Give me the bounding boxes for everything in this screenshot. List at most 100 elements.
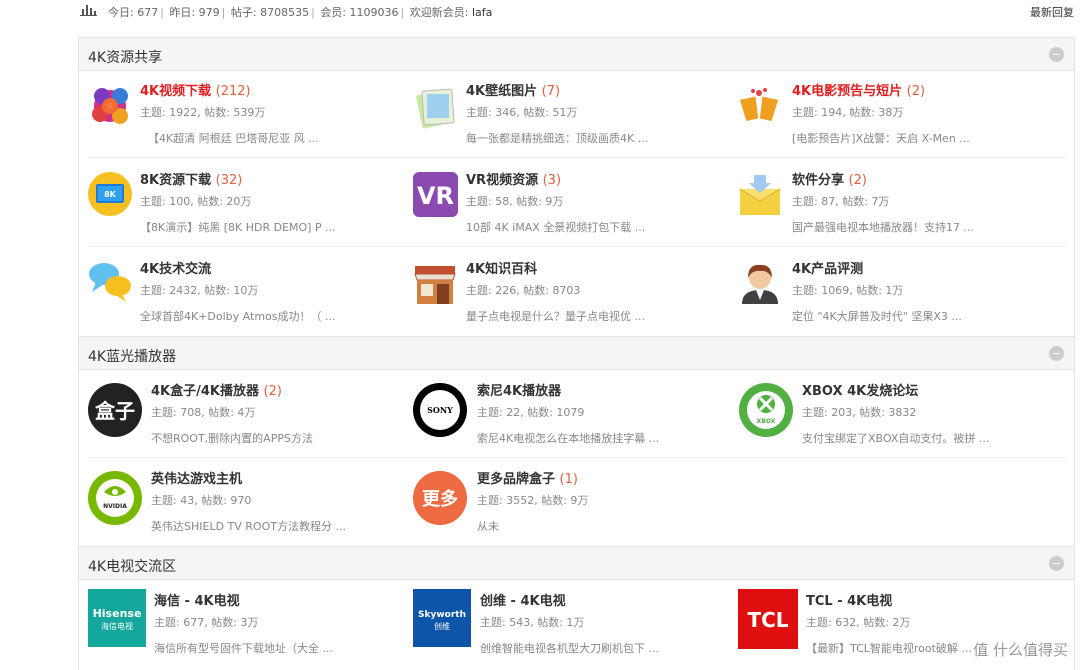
last-post-link[interactable]: 从未	[477, 518, 499, 534]
forum-name[interactable]: XBOX 4K发烧论坛	[802, 380, 918, 399]
tcl-logo-icon: TCL	[738, 589, 798, 649]
forum-item[interactable]: 4K知识百科 主题: 226, 帖数: 8703 量子点电视是什么？量子点电视优…	[413, 256, 743, 344]
section-title: 4K电视交流区	[88, 559, 177, 575]
forum-stats: 主题: 2432, 帖数: 10万	[140, 284, 259, 297]
svg-text:VR: VR	[417, 182, 454, 210]
last-post-link[interactable]: 海信所有型号固件下载地址（大全 ...	[154, 640, 333, 656]
forum-name[interactable]: 索尼4K播放器	[477, 380, 561, 399]
last-post-link[interactable]: 【8K演示】纯黑 [8K HDR DEMO] P ...	[140, 219, 336, 235]
last-post-link[interactable]: 支付宝绑定了XBOX自动支付。被拼 ...	[802, 430, 989, 446]
skyworth-logo-icon: Skyworth 创维	[413, 589, 471, 647]
forum-stats: 主题: 22, 帖数: 1079	[477, 406, 585, 419]
hisense-logo-icon: Hisense 海信电视	[88, 589, 146, 647]
forum-item[interactable]: 4K技术交流 主题: 2432, 帖数: 10万 全球首部4K+Dolby At…	[88, 256, 418, 344]
forum-item[interactable]: 软件分享 (2) 主题: 87, 帖数: 7万 国产最强电视本地播放器！支持17…	[738, 167, 1068, 255]
forum-item[interactable]: 更多 更多品牌盒子 (1) 主题: 3552, 帖数: 9万 从未	[413, 466, 743, 554]
forum-stats: 主题: 43, 帖数: 970	[151, 494, 252, 507]
last-post-link[interactable]: 10部 4K iMAX 全景视频打包下载 ...	[466, 219, 645, 235]
forum-item[interactable]: 8K 8K资源下载 (32) 主题: 100, 帖数: 20万 【8K演示】纯黑…	[88, 167, 418, 255]
last-post-link[interactable]: 【4K超清 阿根廷 巴塔哥尼亚 风 ...	[148, 130, 319, 146]
last-post-link[interactable]: 索尼4K电视怎么在本地播放挂字幕 ...	[477, 430, 659, 446]
forum-stats: 主题: 677, 帖数: 3万	[154, 616, 259, 629]
stats-bar: 今日: 677 | 昨日: 979 | 帖子: 8708535 | 会员: 11090…	[0, 0, 1080, 24]
forum-name[interactable]: VR视频资源 (3)	[466, 169, 561, 188]
forum-name[interactable]: 4K盒子/4K播放器 (2)	[151, 380, 282, 399]
forum-name[interactable]: 更多品牌盒子 (1)	[477, 468, 578, 487]
forum-item[interactable]: VR VR视频资源 (3) 主题: 58, 帖数: 9万 10部 4K iMAX…	[413, 167, 743, 255]
forum-item[interactable]: Hisense 海信电视 海信 - 4K电视 主题: 677, 帖数: 3万 海…	[88, 588, 418, 670]
site-stats: 今日: 677 | 昨日: 979 | 帖子: 8708535 | 会员: 11090…	[108, 6, 493, 19]
more-brands-icon: 更多	[413, 471, 467, 525]
forum-name[interactable]: 4K视频下载 (212)	[140, 80, 251, 99]
forum-name[interactable]: 8K资源下载 (32)	[140, 169, 242, 188]
forum-name[interactable]: 英伟达游戏主机	[151, 468, 242, 487]
forum-name[interactable]: 4K产品评测	[792, 258, 863, 277]
new-member-link[interactable]: lafa	[472, 6, 492, 19]
forum-stats: 主题: 1069, 帖数: 1万	[792, 284, 904, 297]
posts-count: 8708535	[260, 6, 310, 19]
last-post-link[interactable]: 【最新】TCL智能电视root破解 ...	[806, 640, 972, 656]
forum-name[interactable]: TCL - 4K电视	[806, 590, 892, 609]
section-title: 4K蓝光播放器	[88, 349, 177, 365]
forum-name[interactable]: 软件分享 (2)	[792, 169, 867, 188]
forum-stats: 主题: 346, 帖数: 51万	[466, 106, 578, 119]
forum-item[interactable]: Skyworth 创维 创维 - 4K电视 主题: 543, 帖数: 1万 创维…	[413, 588, 743, 670]
collapse-icon[interactable]	[1049, 47, 1064, 62]
forum-stats: 主题: 708, 帖数: 4万	[151, 406, 256, 419]
forum-item[interactable]: 4K电影预告与短片 (2) 主题: 194, 帖数: 38万 [电影预告片]X战…	[738, 78, 1068, 166]
last-post-link[interactable]: 量子点电视是什么？量子点电视优 ...	[466, 308, 645, 324]
forum-stats: 主题: 87, 帖数: 7万	[792, 195, 890, 208]
collapse-icon[interactable]	[1049, 346, 1064, 361]
reviewer-icon	[742, 264, 778, 304]
svg-text:NVIDIA: NVIDIA	[103, 503, 127, 510]
last-post-link[interactable]: 不想ROOT,删除内置的APPS方法	[151, 430, 313, 446]
collapse-icon[interactable]	[1049, 556, 1064, 571]
forum-stats: 主题: 632, 帖数: 2万	[806, 616, 911, 629]
forum-stats: 主题: 3552, 帖数: 9万	[477, 494, 589, 507]
svg-text:XBOX: XBOX	[757, 418, 776, 425]
forum-name[interactable]: 4K知识百科	[466, 258, 537, 277]
last-post-link[interactable]: 创维智能电视各机型大刀刷机包下 ...	[480, 640, 659, 656]
forum-item[interactable]: 4K视频下载 (212) 主题: 1922, 帖数: 539万 【4K超清 阿根…	[88, 78, 418, 166]
wallpaper-icon	[416, 88, 455, 129]
box-logo-icon: 盒子	[88, 383, 142, 437]
forum-item[interactable]: SONY 索尼4K播放器 主题: 22, 帖数: 1079 索尼4K电视怎么在本…	[413, 378, 743, 466]
forum-name[interactable]: 4K电影预告与短片 (2)	[792, 80, 925, 99]
software-box-icon	[739, 175, 781, 215]
forum-item[interactable]: 4K产品评测 主题: 1069, 帖数: 1万 定位 "4K大屏普及时代" 坚果…	[738, 256, 1068, 344]
section-title: 4K资源共享	[88, 50, 163, 66]
svg-text:Hisense: Hisense	[93, 607, 142, 620]
last-post-link[interactable]: 定位 "4K大屏普及时代" 坚果X3 ...	[792, 308, 962, 324]
last-post-link[interactable]: 国产最强电视本地播放器！支持17 ...	[792, 219, 974, 235]
forum-item[interactable]: 盒子 4K盒子/4K播放器 (2) 主题: 708, 帖数: 4万 不想ROOT…	[88, 378, 418, 466]
last-post-link[interactable]: 全球首部4K+Dolby Atmos成功！（ ...	[140, 308, 335, 324]
svg-text:创维: 创维	[434, 621, 450, 631]
bar-chart-icon	[80, 5, 97, 16]
svg-text:SONY: SONY	[427, 405, 453, 415]
members-count: 1109036	[349, 6, 399, 19]
forum-item[interactable]: NVIDIA 英伟达游戏主机 主题: 43, 帖数: 970 英伟达SHIELD…	[88, 466, 418, 554]
today-count: 677	[137, 6, 159, 19]
xbox-logo-icon: XBOX	[739, 383, 793, 437]
forum-item[interactable]: XBOX XBOX 4K发烧论坛 主题: 203, 帖数: 3832 支付宝绑定…	[738, 378, 1068, 466]
8k-tv-icon: 8K	[88, 172, 132, 216]
section-header-4k-resources[interactable]: 4K资源共享	[78, 37, 1075, 71]
latest-reply-link[interactable]: 最新回复	[1030, 4, 1074, 20]
chat-bubbles-icon	[89, 263, 131, 302]
forum-name[interactable]: 4K技术交流	[140, 258, 211, 277]
last-post-link[interactable]: [电影预告片]X战警：天启 X-Men ...	[792, 130, 970, 146]
forum-name[interactable]: 海信 - 4K电视	[154, 590, 240, 609]
forum-stats: 主题: 203, 帖数: 3832	[802, 406, 917, 419]
forum-name[interactable]: 4K壁纸图片 (7)	[466, 80, 560, 99]
nvidia-logo-icon: NVIDIA	[88, 471, 142, 525]
forum-name[interactable]: 创维 - 4K电视	[480, 590, 566, 609]
flower-film-icon	[92, 88, 128, 124]
forum-stats: 主题: 58, 帖数: 9万	[466, 195, 564, 208]
forum-stats: 主题: 194, 帖数: 38万	[792, 106, 904, 119]
last-post-link[interactable]: 每一张都是精挑细选：顶级画质4K ...	[466, 130, 648, 146]
forum-item[interactable]: 4K壁纸图片 (7) 主题: 346, 帖数: 51万 每一张都是精挑细选：顶级…	[413, 78, 743, 166]
last-post-link[interactable]: 英伟达SHIELD TV ROOT方法教程分 ...	[151, 518, 346, 534]
svg-text:海信电视: 海信电视	[101, 621, 133, 631]
forum-stats: 主题: 1922, 帖数: 539万	[140, 106, 266, 119]
forum-stats: 主题: 226, 帖数: 8703	[466, 284, 581, 297]
